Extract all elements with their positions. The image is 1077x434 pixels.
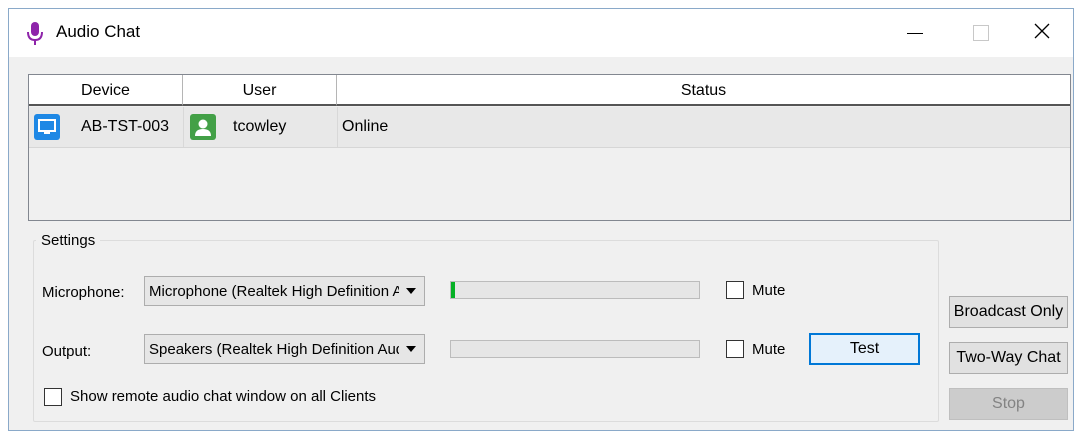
output-select-value: Speakers (Realtek High Definition Audio) bbox=[149, 341, 399, 358]
clients-table: Device User Status AB-TST-003 tcowley On… bbox=[28, 74, 1071, 221]
microphone-icon bbox=[27, 22, 43, 45]
audio-chat-window: Audio Chat Device User Status AB-TST-003 bbox=[8, 8, 1074, 431]
device-cell: AB-TST-003 bbox=[29, 107, 184, 147]
output-label: Output: bbox=[42, 343, 92, 360]
output-mute-checkbox[interactable] bbox=[726, 340, 744, 358]
show-remote-checkbox[interactable] bbox=[44, 388, 62, 406]
microphone-select[interactable]: Microphone (Realtek High Definition Audi… bbox=[144, 276, 425, 306]
close-icon[interactable] bbox=[1019, 9, 1065, 55]
microphone-level-fill bbox=[451, 282, 455, 298]
broadcast-only-button[interactable]: Broadcast Only bbox=[949, 296, 1068, 328]
table-header: Device User Status bbox=[29, 75, 1070, 106]
show-remote-label: Show remote audio chat window on all Cli… bbox=[70, 388, 376, 405]
column-header-status[interactable]: Status bbox=[337, 75, 1070, 106]
table-row[interactable]: AB-TST-003 tcowley Online bbox=[29, 107, 1070, 148]
window-title: Audio Chat bbox=[56, 22, 141, 41]
microphone-level-meter bbox=[450, 281, 700, 299]
minimize-icon[interactable] bbox=[891, 9, 937, 55]
chevron-down-icon bbox=[406, 288, 416, 294]
two-way-chat-button[interactable]: Two-Way Chat bbox=[949, 342, 1068, 374]
output-select[interactable]: Speakers (Realtek High Definition Audio) bbox=[144, 334, 425, 364]
microphone-label: Microphone: bbox=[42, 284, 125, 301]
column-header-user[interactable]: User bbox=[183, 75, 337, 106]
monitor-icon bbox=[34, 114, 60, 140]
device-name: AB-TST-003 bbox=[81, 118, 170, 135]
settings-group-label: Settings bbox=[36, 232, 101, 249]
column-header-device[interactable]: Device bbox=[29, 75, 183, 106]
output-mute-label: Mute bbox=[752, 341, 786, 358]
test-button[interactable]: Test bbox=[809, 333, 920, 365]
user-name: tcowley bbox=[233, 118, 287, 135]
user-icon bbox=[190, 114, 216, 140]
status-text: Online bbox=[342, 118, 389, 135]
title-bar[interactable]: Audio Chat bbox=[9, 9, 1073, 57]
output-level-meter bbox=[450, 340, 700, 358]
microphone-mute-label: Mute bbox=[752, 282, 786, 299]
microphone-mute-checkbox[interactable] bbox=[726, 281, 744, 299]
chevron-down-icon bbox=[406, 346, 416, 352]
stop-button[interactable]: Stop bbox=[949, 388, 1068, 420]
maximize-icon[interactable] bbox=[957, 9, 1003, 55]
user-cell: tcowley bbox=[183, 107, 338, 147]
microphone-select-value: Microphone (Realtek High Definition Audi… bbox=[149, 283, 399, 300]
